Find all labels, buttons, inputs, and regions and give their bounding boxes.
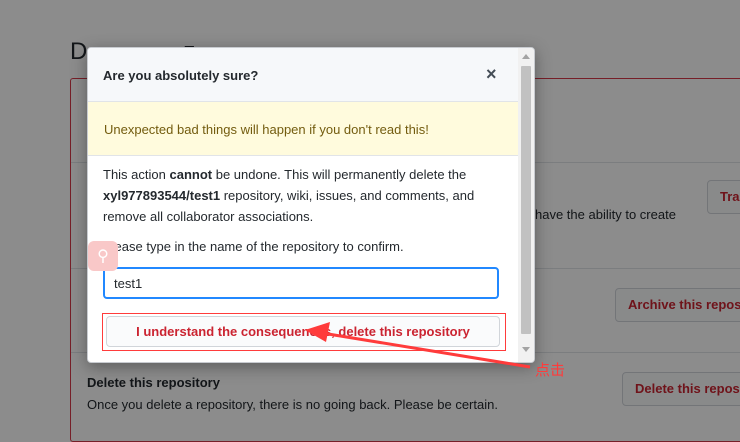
scroll-up-arrow-icon[interactable] [522, 54, 530, 59]
annotation-highlight-box [102, 313, 506, 351]
dialog-title: Are you absolutely sure? [103, 68, 259, 83]
annotation-label: 点击 [535, 362, 566, 379]
scroll-down-arrow-icon[interactable] [522, 347, 530, 352]
close-icon[interactable]: × [486, 64, 497, 85]
dialog-header: Are you absolutely sure? × [88, 48, 518, 102]
repository-name: xyl977893544/test1 [103, 188, 221, 203]
body-text-middle: be undone. This will permanently delete … [212, 167, 467, 182]
warning-text: Unexpected bad things will happen if you… [104, 122, 429, 137]
confirm-label: Please type in the name of the repositor… [103, 239, 404, 254]
scrollbar-thumb[interactable] [521, 66, 531, 334]
repository-name-input[interactable] [103, 267, 499, 299]
body-text-prefix: This action [103, 167, 170, 182]
warning-flash: Unexpected bad things will happen if you… [88, 102, 518, 156]
body-text-cannot: cannot [169, 167, 213, 182]
search-icon[interactable]: ⚲ [88, 241, 118, 271]
dialog-body-text: This action cannot be undone. This will … [103, 164, 503, 227]
delete-confirm-dialog: Are you absolutely sure? × Unexpected ba… [87, 47, 535, 363]
